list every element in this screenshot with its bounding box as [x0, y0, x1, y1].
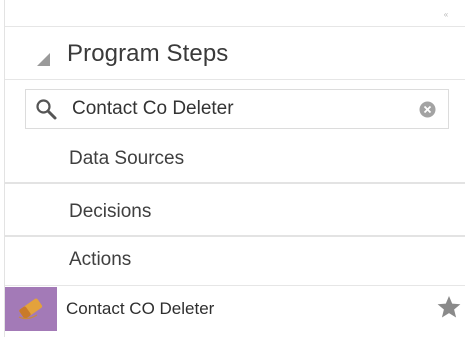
list-item-contact-co-deleter[interactable]: Contact CO Deleter	[5, 285, 465, 333]
favorite-star-icon[interactable]	[436, 294, 462, 320]
category-label: Decisions	[69, 201, 152, 222]
collapse-panel-icon[interactable]: «	[441, 10, 451, 20]
action-thumbnail	[5, 287, 57, 331]
eraser-action-icon	[18, 298, 43, 320]
program-steps-header[interactable]: Program Steps	[5, 26, 465, 80]
search-input[interactable]	[72, 96, 402, 122]
clear-search-icon[interactable]	[419, 101, 436, 118]
category-label: Actions	[69, 249, 132, 270]
program-steps-panel: « Program Steps Data Sources Decisions A…	[4, 0, 465, 337]
search-icon	[36, 99, 57, 120]
triangle-expanded-icon	[37, 53, 50, 66]
category-decisions[interactable]: Decisions	[5, 189, 465, 237]
category-label: Data Sources	[69, 148, 185, 169]
panel-title: Program Steps	[67, 40, 229, 67]
result-label: Contact CO Deleter	[66, 299, 215, 318]
category-data-sources[interactable]: Data Sources	[5, 136, 465, 184]
category-actions[interactable]: Actions	[5, 237, 465, 285]
search-box	[25, 89, 449, 129]
